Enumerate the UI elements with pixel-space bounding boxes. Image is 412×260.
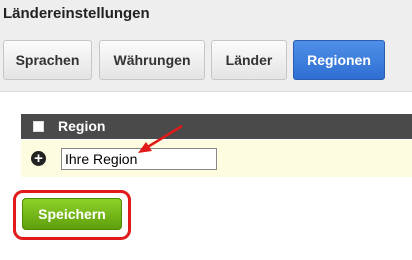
table-header: Region [21,114,412,139]
tab-laender[interactable]: Länder [211,40,287,80]
page-title: Ländereinstellungen [3,5,150,22]
annotation-arrow-icon [138,124,183,153]
tab-sprachen[interactable]: Sprachen [3,40,92,80]
table-row-new: + [21,140,412,177]
save-button[interactable]: Speichern [22,198,122,230]
tab-regionen[interactable]: Regionen [293,40,385,80]
tab-waehrungen[interactable]: Währungen [99,40,205,80]
plus-circle-icon[interactable]: + [31,151,46,166]
column-header-region: Region [58,118,106,134]
select-all-checkbox[interactable] [33,121,44,132]
